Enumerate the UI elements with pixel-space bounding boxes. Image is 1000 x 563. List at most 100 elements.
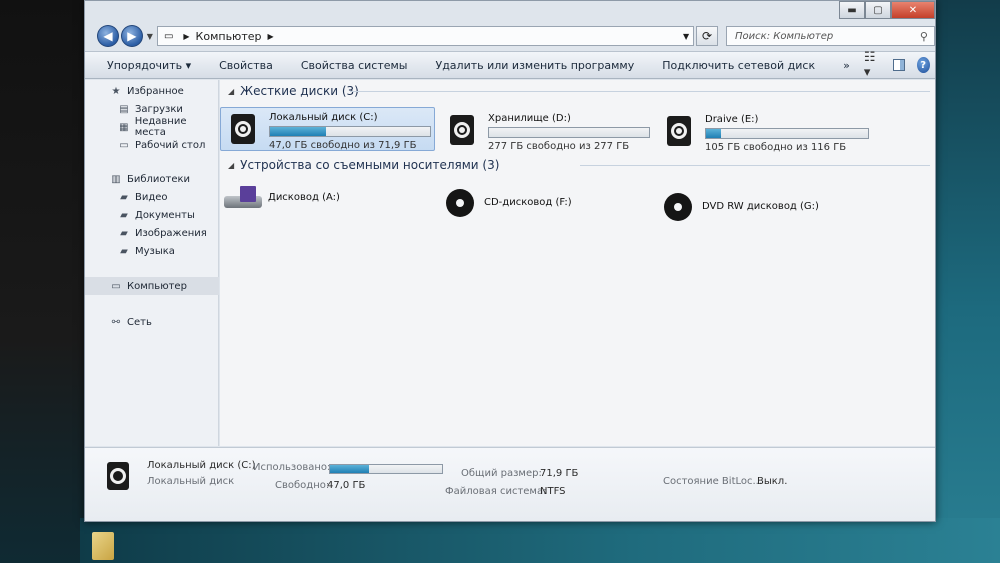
drive-usage-bar bbox=[488, 127, 650, 138]
organize-button[interactable]: Упорядочить ▾ bbox=[85, 59, 205, 72]
desktop-wallpaper-edge bbox=[930, 0, 1000, 563]
hard-drive-icon bbox=[667, 116, 691, 146]
details-bitlocker-label: Состояние BitLoc... bbox=[663, 476, 763, 487]
system-properties-button[interactable]: Свойства системы bbox=[287, 59, 422, 72]
details-pane: Локальный диск (C:) Локальный диск Испол… bbox=[85, 447, 935, 521]
hard-drive-icon bbox=[231, 114, 255, 144]
computer-icon: ▭ bbox=[163, 30, 174, 42]
navigation-pane: ★ Избранное ▤ Загрузки ▦ Недавние места … bbox=[85, 80, 219, 446]
sidebar-item-music[interactable]: ▰ Музыка bbox=[85, 242, 219, 260]
drive-c[interactable]: Локальный диск (C:) 47,0 ГБ свободно из … bbox=[220, 107, 435, 151]
sidebar-item-recent-places[interactable]: ▦ Недавние места bbox=[85, 116, 219, 138]
address-row: ◀ ▶ ▼ ▭ ▶ Компьютер ▶ ▼ ⟳ Поиск: Компьют… bbox=[85, 23, 935, 49]
libraries-icon: ▥ bbox=[111, 173, 121, 185]
recent-pages-dropdown[interactable]: ▼ bbox=[147, 32, 153, 41]
map-network-drive-button[interactable]: Подключить сетевой диск bbox=[648, 59, 829, 72]
removable-group-header[interactable]: ◢ Устройства со съемными носителями (3) bbox=[228, 156, 499, 174]
sidebar-item-label: Рабочий стол bbox=[135, 139, 206, 151]
details-bitlocker-value: Выкл. bbox=[757, 476, 788, 487]
sidebar-item-network[interactable]: ⚯ Сеть bbox=[85, 313, 219, 331]
collapse-triangle-icon[interactable]: ◢ bbox=[228, 161, 234, 170]
cd-drive-f[interactable]: CD-дисковод (F:) bbox=[438, 185, 653, 221]
hard-drives-group-header[interactable]: ◢ Жесткие диски (3) bbox=[228, 82, 359, 100]
drive-free-space: 47,0 ГБ свободно из 71,9 ГБ bbox=[269, 140, 417, 151]
details-usage-bar bbox=[329, 464, 443, 474]
desktop-wallpaper-bottom bbox=[80, 518, 1000, 563]
sidebar-item-label: Компьютер bbox=[127, 280, 187, 292]
sidebar-item-images[interactable]: ▰ Изображения bbox=[85, 224, 219, 242]
sidebar-item-computer[interactable]: ▭ Компьютер bbox=[85, 277, 219, 295]
sidebar-item-label: Музыка bbox=[135, 245, 175, 257]
sidebar-item-label: Документы bbox=[135, 209, 195, 221]
drive-name: DVD RW дисковод (G:) bbox=[702, 201, 819, 212]
forward-button[interactable]: ▶ bbox=[120, 25, 143, 47]
maximize-button[interactable]: ▢ bbox=[865, 1, 891, 19]
sidebar-item-label: Избранное bbox=[127, 85, 184, 97]
drive-usage-fill bbox=[270, 127, 326, 136]
back-button[interactable]: ◀ bbox=[97, 25, 119, 47]
details-fs-value: NTFS bbox=[540, 486, 566, 497]
drive-name: Хранилище (D:) bbox=[488, 113, 571, 124]
details-drive-name: Локальный диск (C:) bbox=[147, 460, 256, 471]
sidebar-item-documents[interactable]: ▰ Документы bbox=[85, 206, 219, 224]
dvd-drive-g[interactable]: DVD RW дисковод (G:) bbox=[656, 189, 916, 225]
search-placeholder: Поиск: Компьютер bbox=[735, 30, 834, 42]
collapse-triangle-icon[interactable]: ◢ bbox=[228, 87, 234, 96]
details-free-label: Свободно: bbox=[275, 480, 330, 491]
window-controls: ▬ ▢ ✕ bbox=[839, 1, 935, 19]
details-total-value: 71,9 ГБ bbox=[540, 468, 579, 479]
computer-icon: ▭ bbox=[111, 280, 121, 292]
drive-name: Draive (E:) bbox=[705, 114, 759, 125]
sidebar-item-label: Видео bbox=[135, 191, 168, 203]
drive-free-space: 277 ГБ свободно из 277 ГБ bbox=[488, 141, 630, 152]
group-header-label: Жесткие диски (3) bbox=[240, 84, 359, 98]
drive-name: Дисковод (A:) bbox=[268, 192, 340, 203]
group-header-label: Устройства со съемными носителями (3) bbox=[240, 158, 500, 172]
help-icon[interactable]: ? bbox=[916, 57, 930, 73]
recent-places-icon: ▦ bbox=[119, 121, 129, 133]
view-controls: ☷ ▾ ? bbox=[864, 50, 944, 80]
dvd-disc-icon bbox=[664, 193, 692, 221]
group-divider bbox=[350, 91, 930, 92]
hard-drive-icon bbox=[450, 115, 474, 145]
search-input[interactable]: Поиск: Компьютер ⚲ bbox=[726, 26, 935, 46]
arrow-left-icon: ◀ bbox=[103, 29, 113, 43]
preview-pane-icon[interactable] bbox=[893, 59, 905, 71]
sidebar-item-desktop[interactable]: ▭ Рабочий стол bbox=[85, 136, 219, 154]
sidebar-item-video[interactable]: ▰ Видео bbox=[85, 188, 219, 206]
minimize-button[interactable]: ▬ bbox=[839, 1, 865, 19]
search-icon[interactable]: ⚲ bbox=[920, 30, 928, 43]
address-bar[interactable]: ▭ ▶ Компьютер ▶ ▼ bbox=[156, 26, 695, 46]
music-library-icon: ▰ bbox=[120, 245, 128, 257]
drive-d[interactable]: Хранилище (D:) 277 ГБ свободно из 277 ГБ bbox=[440, 109, 655, 153]
group-divider bbox=[580, 165, 930, 166]
refresh-button[interactable]: ⟳ bbox=[696, 26, 719, 46]
content-area: ◢ Жесткие диски (3) Локальный диск (C:) … bbox=[220, 80, 935, 446]
explorer-window: ▬ ▢ ✕ ◀ ▶ ▼ ▭ ▶ Компьютер ▶ ▼ ⟳ Поиск: К… bbox=[84, 0, 936, 522]
breadcrumb-chevron-icon[interactable]: ▶ bbox=[267, 32, 273, 41]
sidebar-item-label: Изображения bbox=[135, 227, 207, 239]
sidebar-item-favorites[interactable]: ★ Избранное bbox=[85, 82, 219, 100]
desktop-folder-icon[interactable] bbox=[92, 532, 114, 560]
sidebar-item-libraries[interactable]: ▥ Библиотеки bbox=[85, 170, 219, 188]
drive-name: CD-дисковод (F:) bbox=[484, 197, 572, 208]
breadcrumb-computer[interactable]: Компьютер bbox=[196, 30, 262, 43]
downloads-folder-icon: ▤ bbox=[119, 103, 129, 115]
address-dropdown-icon[interactable]: ▼ bbox=[683, 32, 689, 41]
uninstall-program-button[interactable]: Удалить или изменить программу bbox=[421, 59, 648, 72]
sidebar-item-label: Библиотеки bbox=[127, 173, 191, 185]
star-icon: ★ bbox=[111, 85, 121, 97]
breadcrumb-separator-icon[interactable]: ▶ bbox=[183, 32, 189, 41]
refresh-icon: ⟳ bbox=[702, 29, 713, 43]
properties-button[interactable]: Свойства bbox=[205, 59, 287, 72]
arrow-right-icon: ▶ bbox=[127, 29, 137, 43]
drive-e[interactable]: Draive (E:) 105 ГБ свободно из 116 ГБ bbox=[657, 110, 927, 154]
desktop-icon: ▭ bbox=[119, 139, 129, 151]
network-icon: ⚯ bbox=[111, 316, 121, 328]
change-view-icon[interactable]: ☷ ▾ bbox=[864, 50, 882, 80]
details-usage-fill bbox=[330, 465, 370, 473]
drive-usage-bar bbox=[705, 128, 869, 139]
more-commands-button[interactable]: » bbox=[829, 59, 864, 72]
close-button[interactable]: ✕ bbox=[891, 1, 935, 19]
video-library-icon: ▰ bbox=[120, 191, 128, 203]
